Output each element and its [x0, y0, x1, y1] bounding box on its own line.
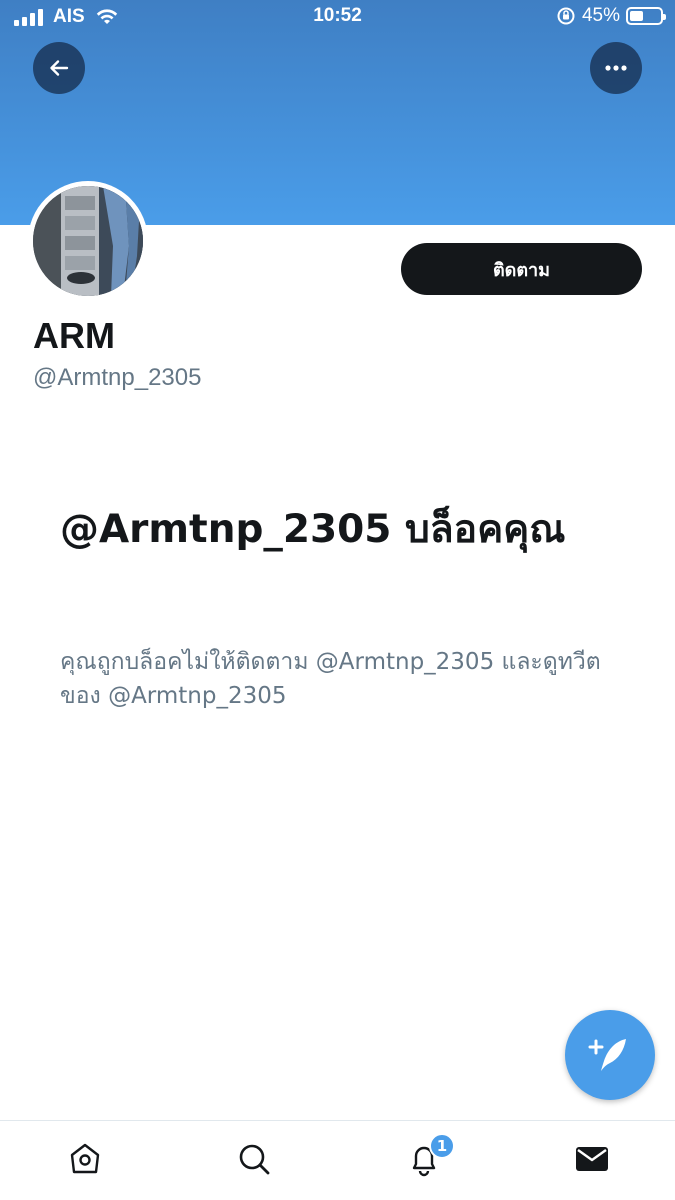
tab-search[interactable]: [234, 1139, 274, 1179]
profile-handle: @Armtnp_2305: [33, 364, 202, 391]
battery-icon: [626, 7, 666, 25]
back-button[interactable]: [33, 42, 85, 94]
search-icon: [239, 1144, 270, 1175]
more-options-button[interactable]: [590, 42, 642, 94]
compose-tweet-button[interactable]: [565, 1010, 655, 1100]
avatar-photo: [33, 186, 143, 296]
tab-home[interactable]: [65, 1139, 105, 1179]
more-horizontal-icon: [605, 65, 627, 71]
status-bar: AIS 10:52 45%: [0, 0, 675, 34]
messages-icon: [576, 1147, 608, 1171]
blocked-message-title: @Armtnp_2305 บล็อคคุณ: [60, 507, 566, 552]
battery-percent: 45%: [581, 5, 620, 26]
home-icon: [70, 1143, 100, 1174]
orientation-lock-icon: [557, 7, 575, 25]
compose-tweet-icon: [588, 1039, 626, 1071]
tab-messages[interactable]: [572, 1139, 612, 1179]
profile-avatar[interactable]: [28, 181, 148, 301]
arrow-left-icon: [50, 60, 69, 76]
blocked-message-description: คุณถูกบล็อคไม่ให้ติดตาม @Armtnp_2305 และ…: [60, 649, 601, 709]
bottom-tab-bar: [0, 1120, 675, 1200]
profile-display-name: ARM: [33, 315, 115, 356]
avatar-image: [33, 186, 143, 296]
notification-count-badge: 1: [429, 1133, 455, 1159]
follow-button[interactable]: ติดตาม: [401, 243, 642, 295]
